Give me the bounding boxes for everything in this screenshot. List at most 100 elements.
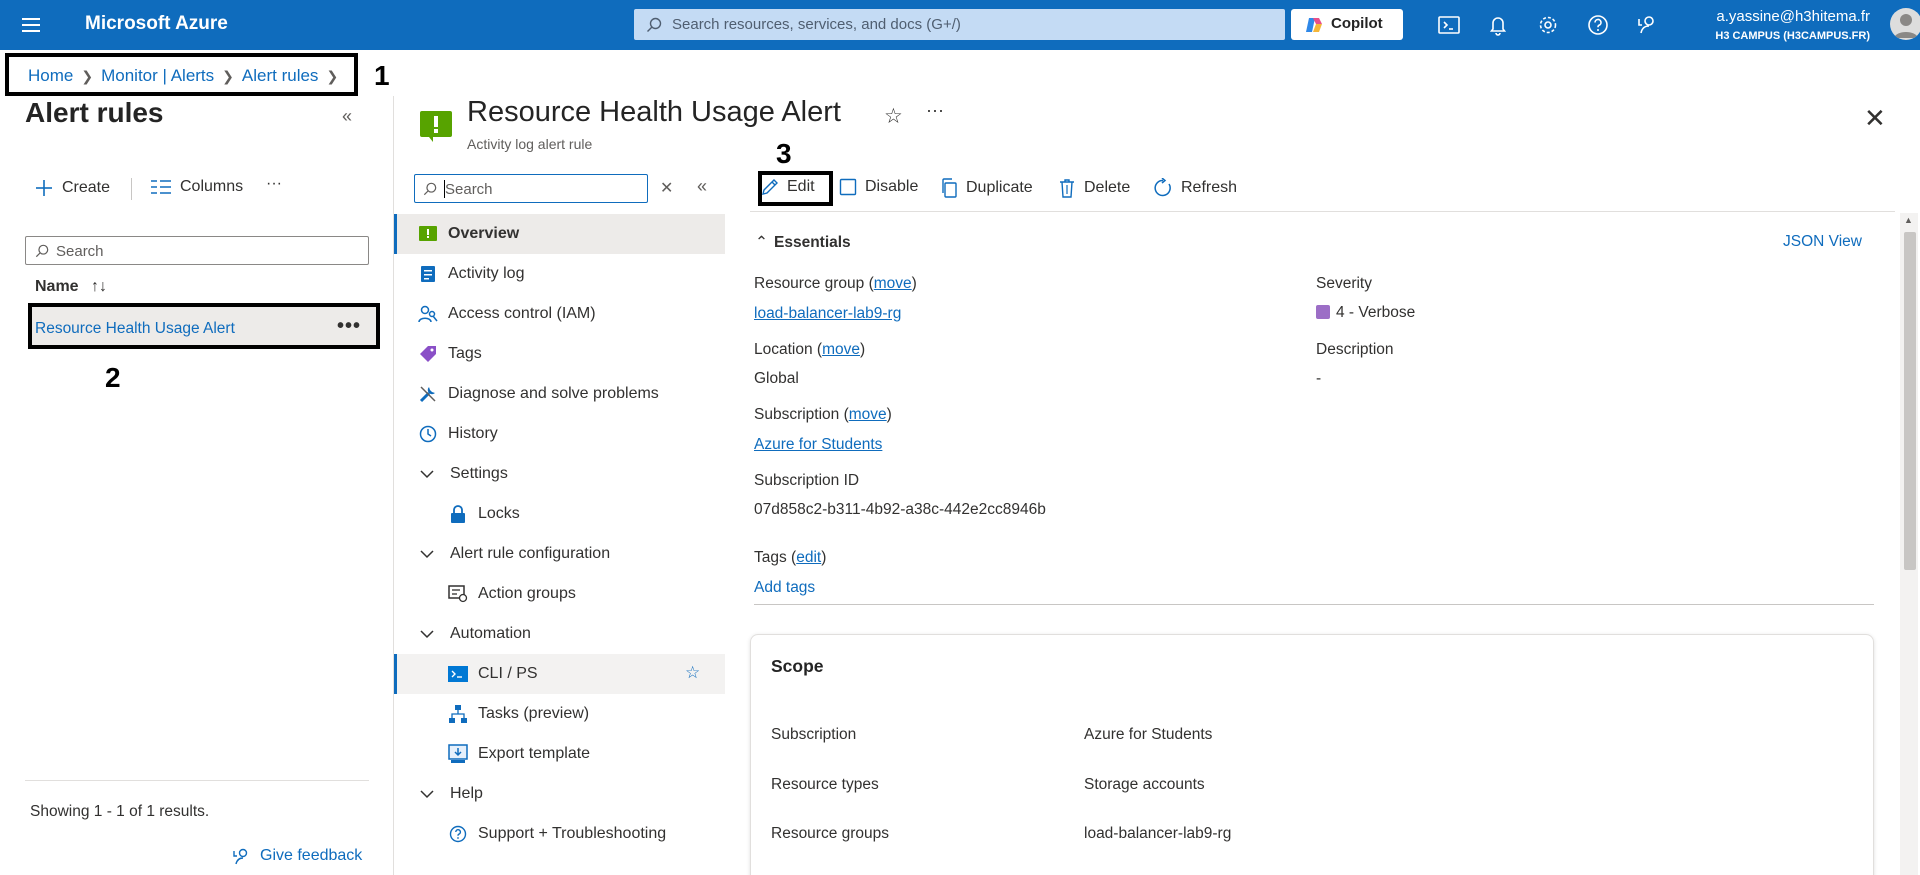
create-button[interactable]: Create <box>34 178 110 198</box>
cloud-shell-icon[interactable] <box>1436 12 1462 38</box>
copilot-button[interactable]: Copilot <box>1291 9 1403 40</box>
breadcrumb-alert-rules[interactable]: Alert rules <box>242 66 319 85</box>
menu-item-label: Action groups <box>478 585 576 602</box>
menu-item-label: Export template <box>478 745 591 762</box>
global-search-placeholder: Search resources, services, and docs (G+… <box>672 16 961 33</box>
subscription-link[interactable]: Azure for Students <box>754 436 882 454</box>
menu-item-label: Activity log <box>448 265 525 282</box>
sort-icon[interactable]: ↑↓ <box>91 278 107 295</box>
refresh-button[interactable]: Refresh <box>1153 178 1237 198</box>
iam-icon <box>418 304 438 324</box>
notifications-bell-icon[interactable] <box>1485 12 1511 38</box>
menu-item-history[interactable]: History <box>394 414 725 454</box>
move-subscription-link[interactable]: move <box>849 406 887 423</box>
menu-item-label: Access control (IAM) <box>448 305 596 322</box>
subscription-id-value: 07d858c2-b311-4b92-a38c-442e2cc8946b <box>754 501 1046 518</box>
resource-group-label: Resource group (move) <box>754 275 917 292</box>
menu-group-alert-rule-configuration[interactable]: Alert rule configuration <box>394 534 725 574</box>
search-placeholder: Search <box>56 243 104 260</box>
brand-title[interactable]: Microsoft Azure <box>85 13 228 35</box>
search-icon <box>35 244 49 258</box>
essentials-divider <box>754 604 1874 605</box>
avatar[interactable] <box>1890 8 1920 40</box>
menu-item-activity-log[interactable]: Activity log <box>394 254 725 294</box>
help-icon[interactable] <box>1585 12 1611 38</box>
scrollbar-thumb[interactable] <box>1904 232 1916 570</box>
menu-item-tags[interactable]: Tags <box>394 334 725 374</box>
copilot-icon <box>1306 18 1322 32</box>
favorite-star-icon[interactable]: ☆ <box>884 104 903 129</box>
annotation-number-2: 2 <box>105 362 121 393</box>
action-groups-icon <box>448 584 468 604</box>
resource-more-button[interactable]: ··· <box>926 100 944 121</box>
alert-rules-search-input[interactable]: Search <box>25 236 369 265</box>
annotation-number-3: 3 <box>776 138 792 169</box>
menu-search-input[interactable]: Search <box>414 174 648 203</box>
feedback-icon[interactable] <box>1635 12 1661 38</box>
close-icon[interactable]: ✕ <box>1864 103 1886 134</box>
menu-group-settings[interactable]: Settings <box>394 454 725 494</box>
menu-item-action-groups[interactable]: Action groups <box>394 574 725 614</box>
favorite-star-icon[interactable]: ☆ <box>685 663 700 683</box>
menu-item-export-template[interactable]: Export template <box>394 734 725 774</box>
column-header-name[interactable]: Name ↑↓ <box>35 278 107 296</box>
hamburger-menu-icon[interactable] <box>20 13 44 37</box>
chevron-down-icon <box>420 629 434 639</box>
subscription-id-label: Subscription ID <box>754 472 860 489</box>
scope-subscription-value: Azure for Students <box>1084 726 1213 743</box>
menu-group-automation[interactable]: Automation <box>394 614 725 654</box>
add-tags-link[interactable]: Add tags <box>754 579 815 597</box>
menu-item-access-control[interactable]: Access control (IAM) <box>394 294 725 334</box>
collapse-panel-icon[interactable]: « <box>342 106 352 127</box>
chevron-down-icon <box>420 469 434 479</box>
menu-item-diagnose[interactable]: Diagnose and solve problems <box>394 374 725 414</box>
menu-item-cli-ps[interactable]: CLI / PS ☆ <box>394 654 725 694</box>
chevron-right-icon: ❯ <box>222 68 234 84</box>
menu-item-tasks[interactable]: Tasks (preview) <box>394 694 725 734</box>
menu-group-help[interactable]: Help <box>394 774 725 814</box>
refresh-label: Refresh <box>1181 179 1238 196</box>
json-view-link[interactable]: JSON View <box>1783 233 1862 251</box>
wrench-icon <box>418 384 438 404</box>
row-more-button[interactable]: ••• <box>337 315 361 338</box>
delete-label: Delete <box>1084 179 1131 196</box>
account-email[interactable]: a.yassine@h3hitema.fr <box>1660 8 1870 25</box>
menu-item-label: Tasks (preview) <box>478 705 590 722</box>
breadcrumb-home[interactable]: Home <box>28 66 73 85</box>
chevron-down-icon <box>420 789 434 799</box>
scope-resource-types-value: Storage accounts <box>1084 776 1205 793</box>
account-tenant[interactable]: H3 CAMPUS (H3CAMPUS.FR) <box>1660 30 1870 42</box>
edit-tags-link[interactable]: edit <box>796 549 821 566</box>
severity-value: 4 - Verbose <box>1336 304 1416 321</box>
clear-search-icon[interactable]: ✕ <box>660 178 673 198</box>
checkbox-icon <box>839 178 857 196</box>
toolbar-divider <box>750 211 1895 212</box>
delete-button[interactable]: Delete <box>1058 178 1130 198</box>
duplicate-button[interactable]: Duplicate <box>940 178 1033 198</box>
menu-item-label: History <box>448 425 498 442</box>
essentials-toggle[interactable]: ⌃ Essentials <box>755 233 851 252</box>
global-search-input[interactable]: Search resources, services, and docs (G+… <box>634 9 1285 40</box>
menu-group-label: Settings <box>450 465 508 482</box>
menu-item-overview[interactable]: Overview <box>394 214 725 254</box>
description-value: - <box>1316 370 1322 387</box>
menu-item-locks[interactable]: Locks <box>394 494 725 534</box>
scroll-up-arrow-icon[interactable]: ▲ <box>1904 215 1913 225</box>
scope-resource-types-label: Resource types <box>771 776 879 793</box>
more-actions-button[interactable]: ··· <box>266 175 282 193</box>
disable-button[interactable]: Disable <box>839 178 918 196</box>
create-label: Create <box>62 179 111 196</box>
toolbar-divider <box>131 178 132 200</box>
columns-button[interactable]: Columns <box>150 178 243 196</box>
columns-icon <box>151 180 171 194</box>
resource-group-link[interactable]: load-balancer-lab9-rg <box>754 305 901 323</box>
move-location-link[interactable]: move <box>822 341 860 358</box>
give-feedback-link[interactable]: Give feedback <box>232 846 362 866</box>
collapse-menu-icon[interactable]: « <box>697 176 707 197</box>
breadcrumb-monitor-alerts[interactable]: Monitor | Alerts <box>101 66 214 85</box>
page-title: Alert rules <box>25 97 164 128</box>
alert-rule-link[interactable]: Resource Health Usage Alert <box>35 320 235 338</box>
settings-gear-icon[interactable] <box>1535 12 1561 38</box>
move-resource-group-link[interactable]: move <box>874 275 912 292</box>
menu-item-support[interactable]: Support + Troubleshooting <box>394 814 725 854</box>
